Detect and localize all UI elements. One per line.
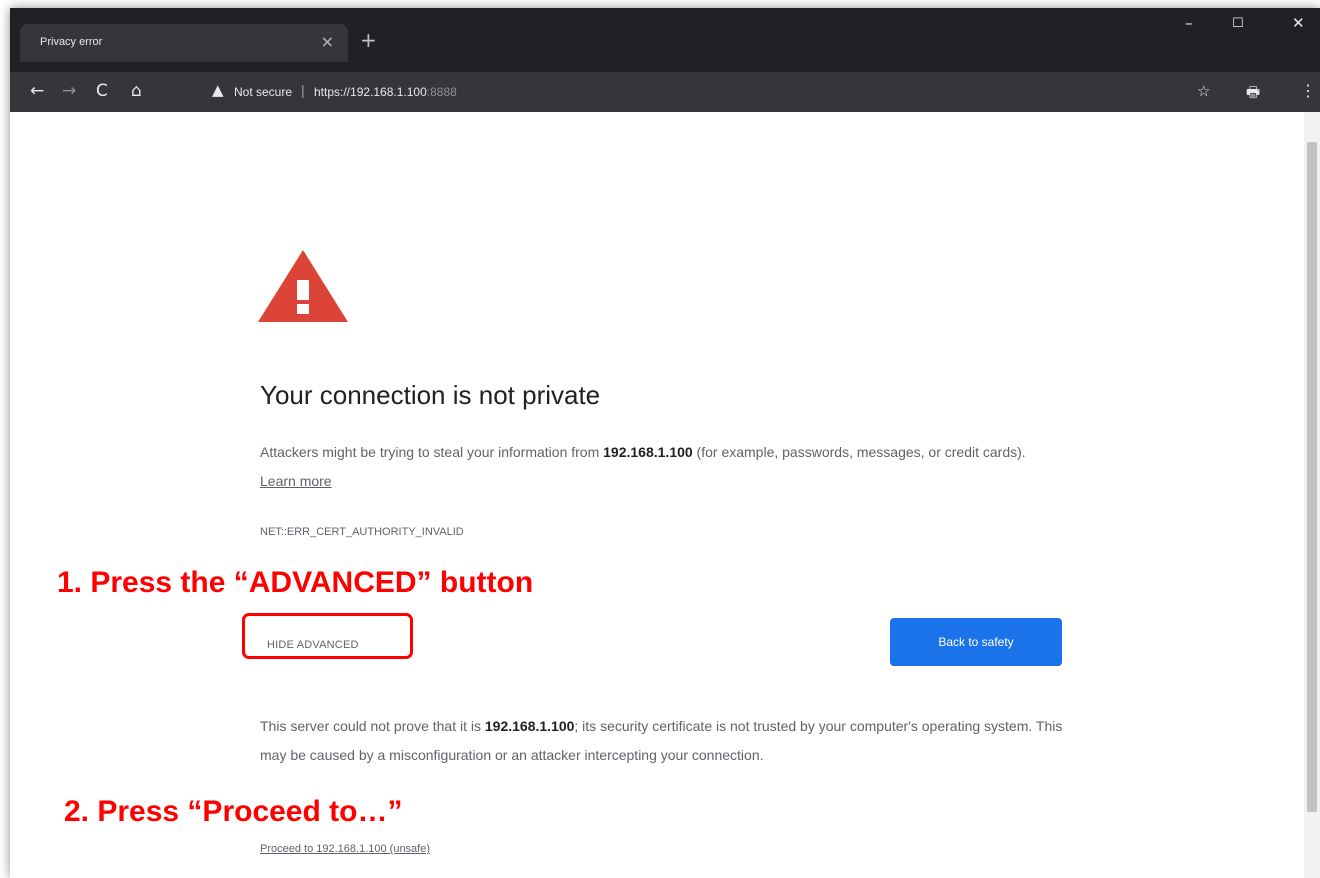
intro-host: 192.168.1.100 bbox=[603, 444, 693, 460]
menu-icon[interactable]: ⋮ bbox=[1300, 81, 1316, 100]
scroll-thumb[interactable] bbox=[1307, 142, 1317, 812]
back-to-safety-button[interactable]: Back to safety bbox=[890, 618, 1062, 666]
maximize-icon[interactable]: ☐ bbox=[1232, 16, 1244, 31]
url-separator: | bbox=[301, 82, 305, 98]
not-secure-label[interactable]: Not secure bbox=[234, 85, 292, 99]
error-code: NET::ERR_CERT_AUTHORITY_INVALID bbox=[260, 526, 464, 538]
minimize-icon[interactable]: – bbox=[1185, 14, 1193, 32]
browser-toolbar: ← → C ⌂ ▲ Not secure | https://192.168.1… bbox=[10, 72, 1320, 112]
url-text[interactable]: https://192.168.1.100:8888 bbox=[314, 85, 457, 99]
new-tab-icon[interactable]: + bbox=[360, 28, 377, 52]
page-title: Your connection is not private bbox=[260, 380, 601, 410]
details-paragraph: This server could not prove that it is 1… bbox=[260, 712, 1090, 770]
learn-more-link[interactable]: Learn more bbox=[260, 473, 332, 489]
close-window-icon[interactable]: ✕ bbox=[1292, 14, 1305, 32]
annotation-step-2: 2. Press “Proceed to…” bbox=[64, 795, 403, 828]
address-bar[interactable]: ▲ Not secure | https://192.168.1.100:888… bbox=[158, 77, 1178, 107]
forward-icon[interactable]: → bbox=[62, 81, 76, 101]
page-content: Your connection is not private Attackers… bbox=[10, 112, 1320, 878]
home-icon[interactable]: ⌂ bbox=[131, 81, 142, 101]
details-prefix: This server could not prove that it is bbox=[260, 718, 485, 734]
star-icon[interactable]: ☆ bbox=[1197, 82, 1210, 100]
tab-privacy-error[interactable]: Privacy error × bbox=[20, 24, 348, 62]
scrollbar[interactable] bbox=[1304, 112, 1320, 878]
tab-close-icon[interactable]: × bbox=[321, 32, 334, 51]
back-icon[interactable]: ← bbox=[30, 81, 44, 101]
extension-icon[interactable]: 🖶 bbox=[1246, 82, 1260, 107]
warning-triangle-icon bbox=[258, 250, 348, 322]
warning-icon[interactable]: ▲ bbox=[212, 81, 224, 99]
url-host: ://192.168.1.100 bbox=[340, 85, 427, 99]
reload-icon[interactable]: C bbox=[96, 81, 108, 101]
details-host: 192.168.1.100 bbox=[484, 718, 575, 734]
intro-paragraph: Attackers might be trying to steal your … bbox=[260, 438, 1060, 496]
url-scheme: https bbox=[314, 85, 341, 99]
url-port: :8888 bbox=[426, 85, 457, 99]
browser-window: Privacy error × + – ☐ ✕ ← → C ⌂ ▲ Not se… bbox=[10, 8, 1320, 878]
annotation-highlight-box bbox=[242, 613, 413, 659]
intro-suffix: (for example, passwords, messages, or cr… bbox=[692, 444, 1026, 460]
annotation-step-1: 1. Press the “ADVANCED” button bbox=[57, 566, 534, 599]
proceed-unsafe-link[interactable]: Proceed to 192.168.1.100 (unsafe) bbox=[260, 843, 430, 855]
tab-strip: Privacy error × + – ☐ ✕ bbox=[10, 8, 1320, 72]
tab-title: Privacy error bbox=[40, 36, 103, 48]
intro-prefix: Attackers might be trying to steal your … bbox=[260, 444, 604, 460]
